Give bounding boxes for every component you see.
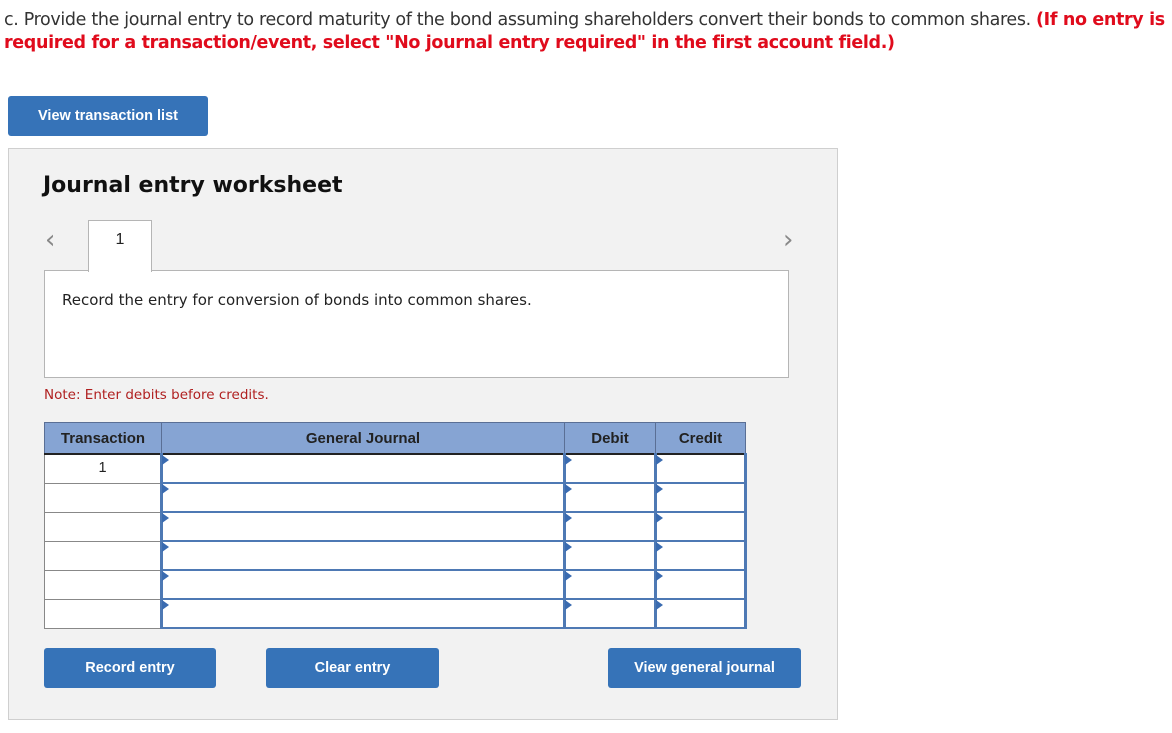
- debit-cell: [563, 598, 657, 629]
- chevron-right-icon[interactable]: ›: [783, 225, 793, 255]
- header-general-journal: General Journal: [161, 422, 565, 455]
- dropdown-indicator-icon: [162, 542, 169, 552]
- dropdown-indicator-icon: [565, 571, 572, 581]
- dropdown-indicator-icon: [656, 513, 663, 523]
- account-input[interactable]: [163, 513, 563, 540]
- transaction-cell: [44, 511, 162, 542]
- journal-entry-worksheet-panel: Journal entry worksheet ‹ › 1 Record the…: [8, 148, 838, 720]
- table-row: [44, 569, 747, 600]
- table-row: [44, 598, 747, 629]
- dropdown-indicator-icon: [656, 484, 663, 494]
- transaction-cell: [44, 540, 162, 571]
- table-row: [44, 482, 747, 513]
- dropdown-indicator-icon: [656, 571, 663, 581]
- account-cell: [160, 569, 566, 600]
- debit-cell: [563, 453, 657, 484]
- debit-input[interactable]: [566, 455, 654, 482]
- account-input[interactable]: [163, 600, 563, 627]
- credit-input[interactable]: [657, 542, 744, 569]
- credit-input[interactable]: [657, 600, 744, 627]
- debit-input[interactable]: [566, 571, 654, 598]
- account-input[interactable]: [163, 571, 563, 598]
- transaction-cell: 1: [44, 453, 162, 484]
- record-entry-button[interactable]: Record entry: [44, 648, 216, 688]
- header-transaction: Transaction: [44, 422, 162, 455]
- credit-cell: [654, 482, 747, 513]
- credit-cell: [654, 511, 747, 542]
- entry-description-box: Record the entry for conversion of bonds…: [44, 270, 789, 378]
- account-cell: [160, 511, 566, 542]
- question-text: c. Provide the journal entry to record m…: [4, 9, 1170, 55]
- clear-entry-button[interactable]: Clear entry: [266, 648, 439, 688]
- header-debit: Debit: [564, 422, 656, 455]
- credit-cell: [654, 453, 747, 484]
- account-input[interactable]: [163, 542, 563, 569]
- table-row: [44, 511, 747, 542]
- debit-input[interactable]: [566, 484, 654, 511]
- dropdown-indicator-icon: [656, 455, 663, 465]
- credit-cell: [654, 540, 747, 571]
- debit-cell: [563, 511, 657, 542]
- tab-1[interactable]: 1: [88, 220, 152, 272]
- transaction-cell: [44, 569, 162, 600]
- credit-input[interactable]: [657, 455, 744, 482]
- dropdown-indicator-icon: [565, 513, 572, 523]
- worksheet-title: Journal entry worksheet: [43, 173, 343, 198]
- debit-input[interactable]: [566, 542, 654, 569]
- table-header-row: Transaction General Journal Debit Credit: [44, 422, 746, 455]
- view-transaction-list-button[interactable]: View transaction list: [8, 96, 208, 136]
- credit-cell: [654, 569, 747, 600]
- table-row: 1: [44, 453, 747, 484]
- dropdown-indicator-icon: [162, 513, 169, 523]
- transaction-cell: [44, 598, 162, 629]
- debit-cell: [563, 540, 657, 571]
- dropdown-indicator-icon: [162, 455, 169, 465]
- debit-input[interactable]: [566, 513, 654, 540]
- table-row: [44, 540, 747, 571]
- account-cell: [160, 598, 566, 629]
- credit-cell: [654, 598, 747, 629]
- dropdown-indicator-icon: [565, 542, 572, 552]
- credit-input[interactable]: [657, 513, 744, 540]
- debits-note: Note: Enter debits before credits.: [44, 387, 269, 403]
- view-general-journal-button[interactable]: View general journal: [608, 648, 801, 688]
- debit-input[interactable]: [566, 600, 654, 627]
- dropdown-indicator-icon: [656, 542, 663, 552]
- account-input[interactable]: [163, 455, 563, 482]
- dropdown-indicator-icon: [162, 571, 169, 581]
- credit-input[interactable]: [657, 571, 744, 598]
- transaction-cell: [44, 482, 162, 513]
- dropdown-indicator-icon: [565, 600, 572, 610]
- account-cell: [160, 482, 566, 513]
- debit-cell: [563, 569, 657, 600]
- account-input[interactable]: [163, 484, 563, 511]
- journal-table: Transaction General Journal Debit Credit…: [44, 422, 747, 629]
- header-credit: Credit: [655, 422, 746, 455]
- question-prompt: c. Provide the journal entry to record m…: [4, 10, 1031, 30]
- account-cell: [160, 453, 566, 484]
- debit-cell: [563, 482, 657, 513]
- account-cell: [160, 540, 566, 571]
- credit-input[interactable]: [657, 484, 744, 511]
- dropdown-indicator-icon: [565, 484, 572, 494]
- dropdown-indicator-icon: [565, 455, 572, 465]
- entry-description: Record the entry for conversion of bonds…: [62, 291, 532, 309]
- dropdown-indicator-icon: [656, 600, 663, 610]
- dropdown-indicator-icon: [162, 600, 169, 610]
- chevron-left-icon[interactable]: ‹: [45, 225, 55, 255]
- dropdown-indicator-icon: [162, 484, 169, 494]
